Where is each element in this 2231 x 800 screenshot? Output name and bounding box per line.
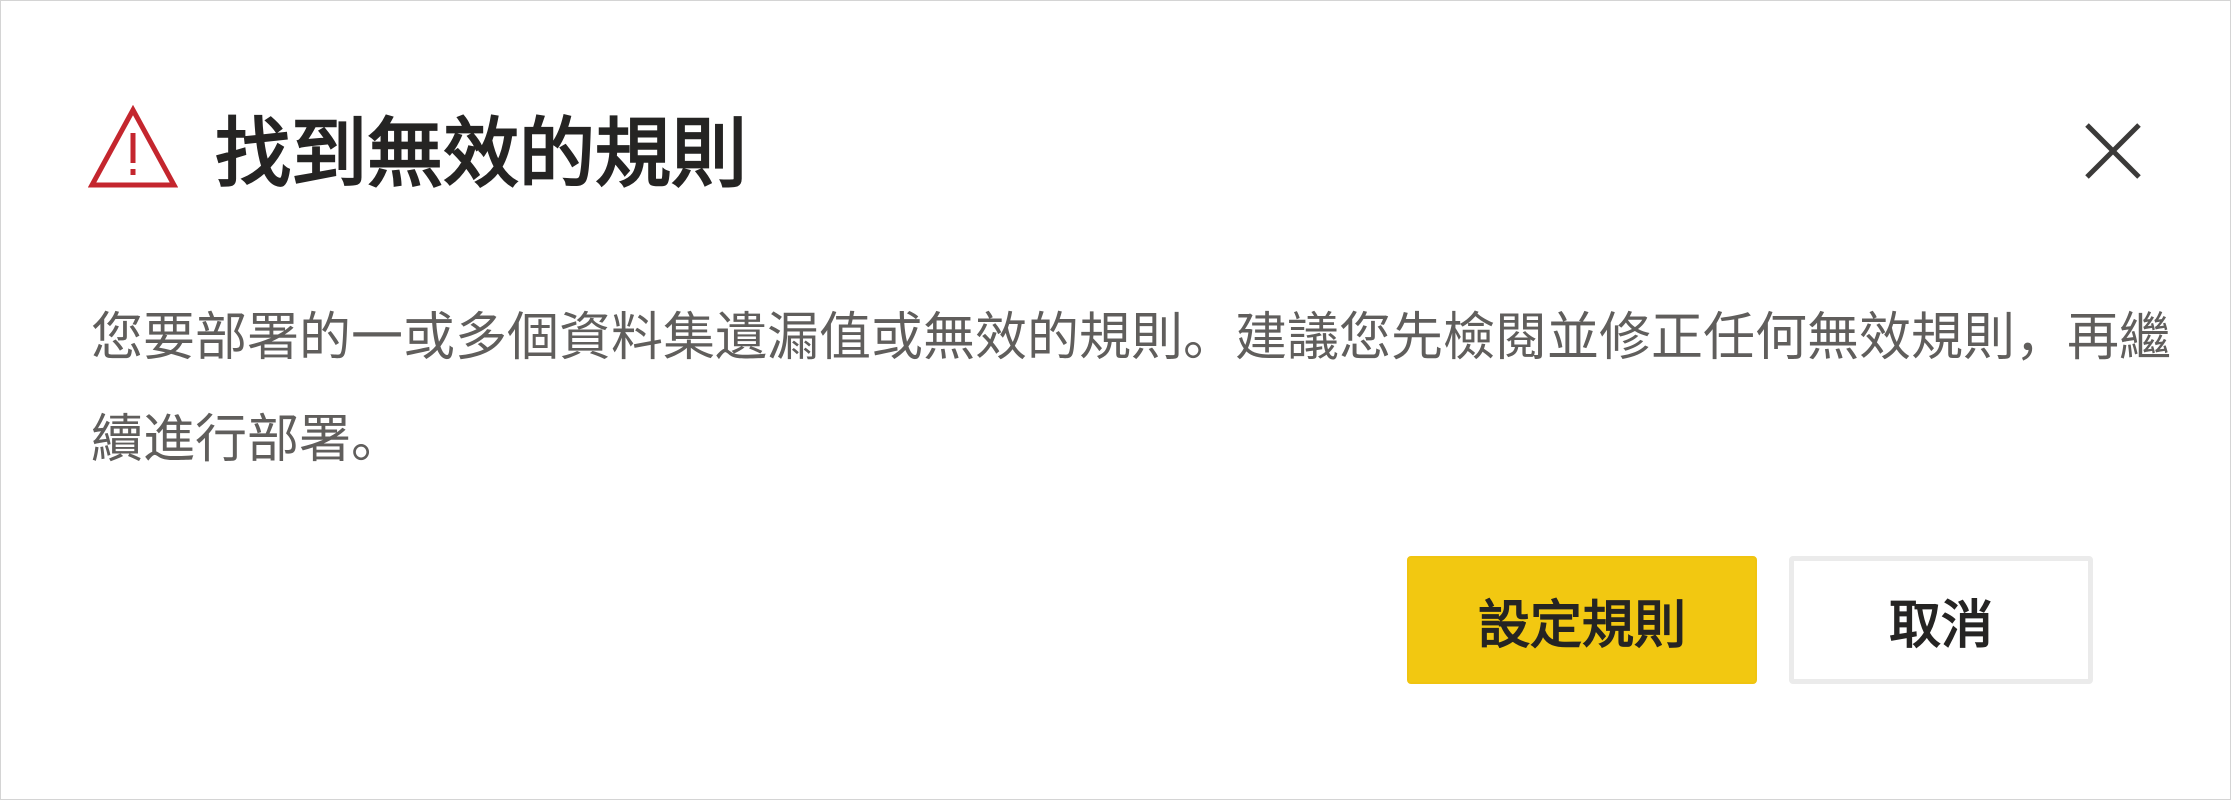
close-icon[interactable]	[2073, 111, 2153, 191]
dialog-title: 找到無效的規則	[215, 109, 747, 198]
cancel-button[interactable]: 取消	[1789, 556, 2093, 684]
invalid-rules-dialog: 找到無效的規則 您要部署的一或多個資料集遺漏值或無效的規則。建議您先檢閱並修正任…	[0, 0, 2231, 800]
dialog-message: 您要部署的一或多個資料集遺漏值或無效的規則。建議您先檢閱並修正任何無效規則，再繼…	[91, 308, 2172, 470]
set-rules-button[interactable]: 設定規則	[1407, 556, 1757, 684]
warning-icon	[88, 105, 178, 188]
